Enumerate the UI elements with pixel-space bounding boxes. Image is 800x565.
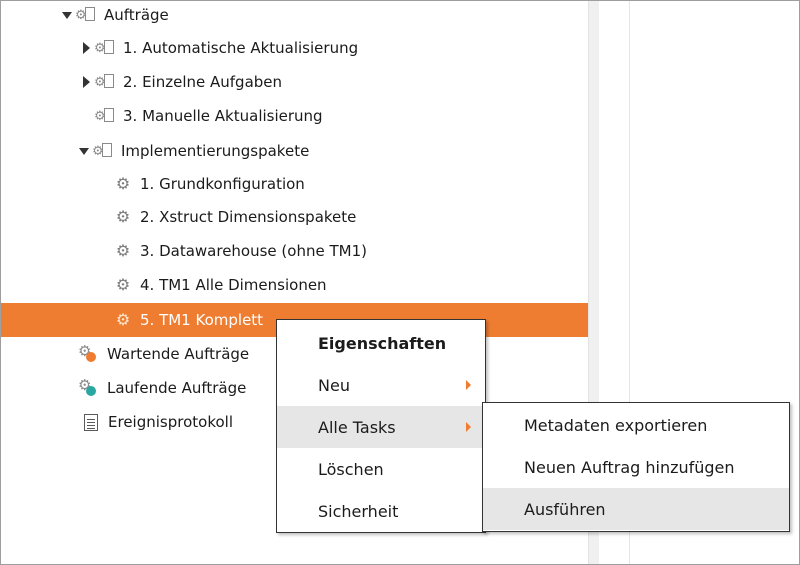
window-frame — [0, 0, 800, 565]
